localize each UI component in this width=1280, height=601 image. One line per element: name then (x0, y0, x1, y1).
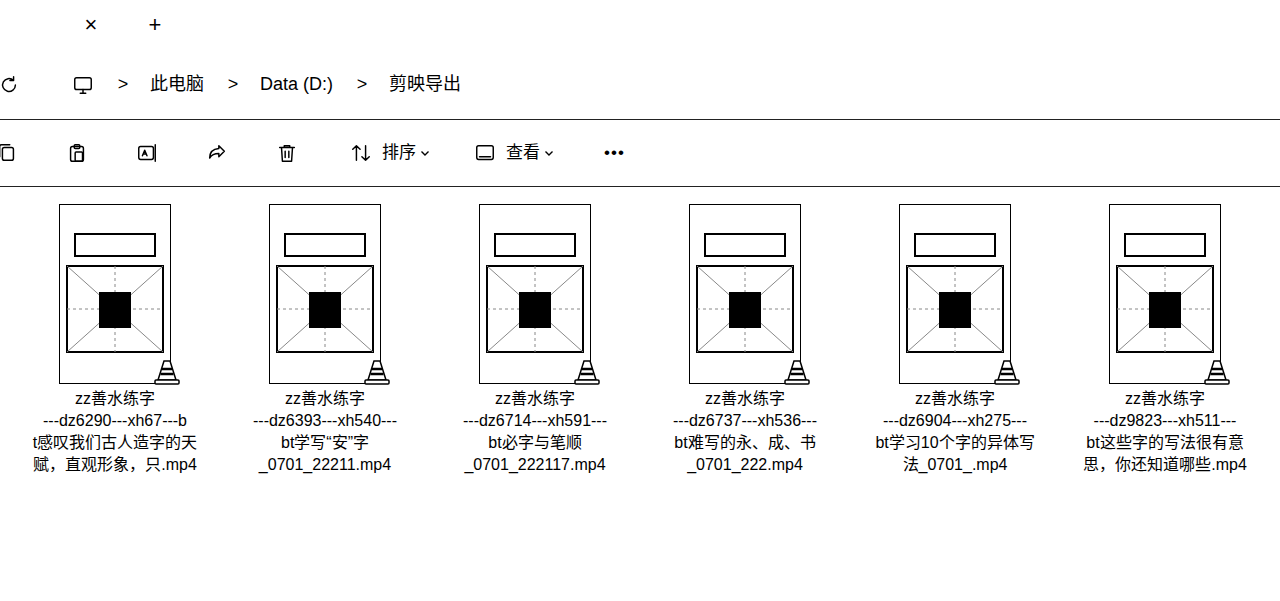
video-thumbnail[interactable] (269, 204, 381, 384)
delete-icon[interactable] (276, 142, 298, 164)
video-thumbnail[interactable] (899, 204, 1011, 384)
file-name-line: _0701_222.mp4 (673, 454, 817, 476)
file-name-line: 法_0701_.mp4 (875, 454, 1034, 476)
file-name-line: 赋，直观形象，只.mp4 (33, 454, 197, 476)
view-button[interactable]: 查看 (474, 140, 554, 166)
video-thumbnail[interactable] (689, 204, 801, 384)
breadcrumb-separator[interactable]: > (116, 71, 130, 98)
close-tab-button[interactable]: × (80, 14, 102, 36)
file-name-line: zz善水练字 (463, 388, 607, 410)
file-item[interactable]: zz善水练字---dz6737---xh536---bt难写的永、成、书_070… (640, 204, 850, 476)
thumbnail-frame (269, 204, 381, 384)
vlc-cone-icon (783, 358, 811, 386)
sort-icon (350, 142, 372, 164)
copy-icon[interactable] (0, 142, 18, 164)
file-name[interactable]: zz善水练字---dz9823---xh511---bt这些字的写法很有意思，你… (1083, 388, 1247, 476)
share-icon[interactable] (206, 142, 228, 164)
thumbnail-frame (59, 204, 171, 384)
file-name[interactable]: zz善水练字---dz6393---xh540---bt学写“安”字_0701_… (253, 388, 397, 476)
thumbnail-frame (479, 204, 591, 384)
new-tab-button[interactable]: + (144, 14, 166, 36)
view-icon (474, 142, 496, 164)
this-pc-icon[interactable] (72, 74, 94, 96)
file-name-line: ---dz9823---xh511--- (1083, 410, 1247, 432)
file-name[interactable]: zz善水练字---dz6290---xh67---bt感叹我们古人造字的天赋，直… (33, 388, 197, 476)
chevron-down-icon (544, 148, 554, 158)
file-name-line: bt学写“安”字 (253, 432, 397, 454)
more-options-button[interactable]: ••• (604, 140, 625, 166)
refresh-icon[interactable] (0, 74, 20, 96)
file-name[interactable]: zz善水练字---dz6904---xh275---bt学习10个字的异体写法_… (875, 388, 1034, 476)
file-name-line: ---dz6393---xh540--- (253, 410, 397, 432)
file-name-line: zz善水练字 (253, 388, 397, 410)
address-bar: > 此电脑 > Data (D:) > 剪映导出 (0, 50, 1280, 120)
file-item[interactable]: zz善水练字---dz6393---xh540---bt学写“安”字_0701_… (220, 204, 430, 476)
file-name-line: ---dz6714---xh591--- (463, 410, 607, 432)
breadcrumb-item[interactable]: Data (D:) (260, 71, 333, 98)
file-name-line: ---dz6290---xh67---b (33, 410, 197, 432)
file-item[interactable]: zz善水练字---dz6714---xh591---bt必字与笔顺_0701_2… (430, 204, 640, 476)
video-thumbnail[interactable] (1109, 204, 1221, 384)
tab-strip: ×+ (0, 0, 1280, 50)
file-name-line: zz善水练字 (1083, 388, 1247, 410)
file-name-line: zz善水练字 (673, 388, 817, 410)
view-label: 查看 (506, 140, 540, 166)
breadcrumb-item[interactable]: 此电脑 (150, 71, 204, 98)
file-name-line: bt必字与笔顺 (463, 432, 607, 454)
file-name-line: zz善水练字 (33, 388, 197, 410)
file-name-line: t感叹我们古人造字的天 (33, 432, 197, 454)
file-name-line: 思，你还知道哪些.mp4 (1083, 454, 1247, 476)
file-name-line: bt难写的永、成、书 (673, 432, 817, 454)
file-name-line: zz善水练字 (875, 388, 1034, 410)
file-name-line: _0701_222117.mp4 (463, 454, 607, 476)
command-bar: 排序 查看 ••• (0, 120, 1280, 187)
video-thumbnail[interactable] (59, 204, 171, 384)
vlc-cone-icon (1203, 358, 1231, 386)
breadcrumb-item[interactable]: 剪映导出 (389, 71, 461, 98)
vlc-cone-icon (363, 358, 391, 386)
file-grid: zz善水练字---dz6290---xh67---bt感叹我们古人造字的天赋，直… (0, 187, 1280, 476)
file-item[interactable]: zz善水练字---dz6904---xh275---bt学习10个字的异体写法_… (850, 204, 1060, 476)
thumbnail-frame (899, 204, 1011, 384)
sort-button[interactable]: 排序 (350, 140, 430, 166)
file-name-line: ---dz6904---xh275--- (875, 410, 1034, 432)
thumbnail-frame (689, 204, 801, 384)
video-thumbnail[interactable] (479, 204, 591, 384)
rename-icon[interactable] (136, 142, 158, 164)
file-name-line: bt学习10个字的异体写 (875, 432, 1034, 454)
file-name-line: bt这些字的写法很有意 (1083, 432, 1247, 454)
vlc-cone-icon (153, 358, 181, 386)
file-item[interactable]: zz善水练字---dz9823---xh511---bt这些字的写法很有意思，你… (1060, 204, 1270, 476)
file-item[interactable]: zz善水练字---dz6290---xh67---bt感叹我们古人造字的天赋，直… (10, 204, 220, 476)
file-name-line: _0701_22211.mp4 (253, 454, 397, 476)
file-name[interactable]: zz善水练字---dz6737---xh536---bt难写的永、成、书_070… (673, 388, 817, 476)
file-name[interactable]: zz善水练字---dz6714---xh591---bt必字与笔顺_0701_2… (463, 388, 607, 476)
breadcrumb-separator[interactable]: > (355, 71, 369, 98)
breadcrumb-separator[interactable]: > (226, 71, 240, 98)
paste-icon[interactable] (66, 142, 88, 164)
chevron-down-icon (420, 148, 430, 158)
vlc-cone-icon (573, 358, 601, 386)
thumbnail-frame (1109, 204, 1221, 384)
vlc-cone-icon (993, 358, 1021, 386)
sort-label: 排序 (382, 140, 416, 166)
file-name-line: ---dz6737---xh536--- (673, 410, 817, 432)
